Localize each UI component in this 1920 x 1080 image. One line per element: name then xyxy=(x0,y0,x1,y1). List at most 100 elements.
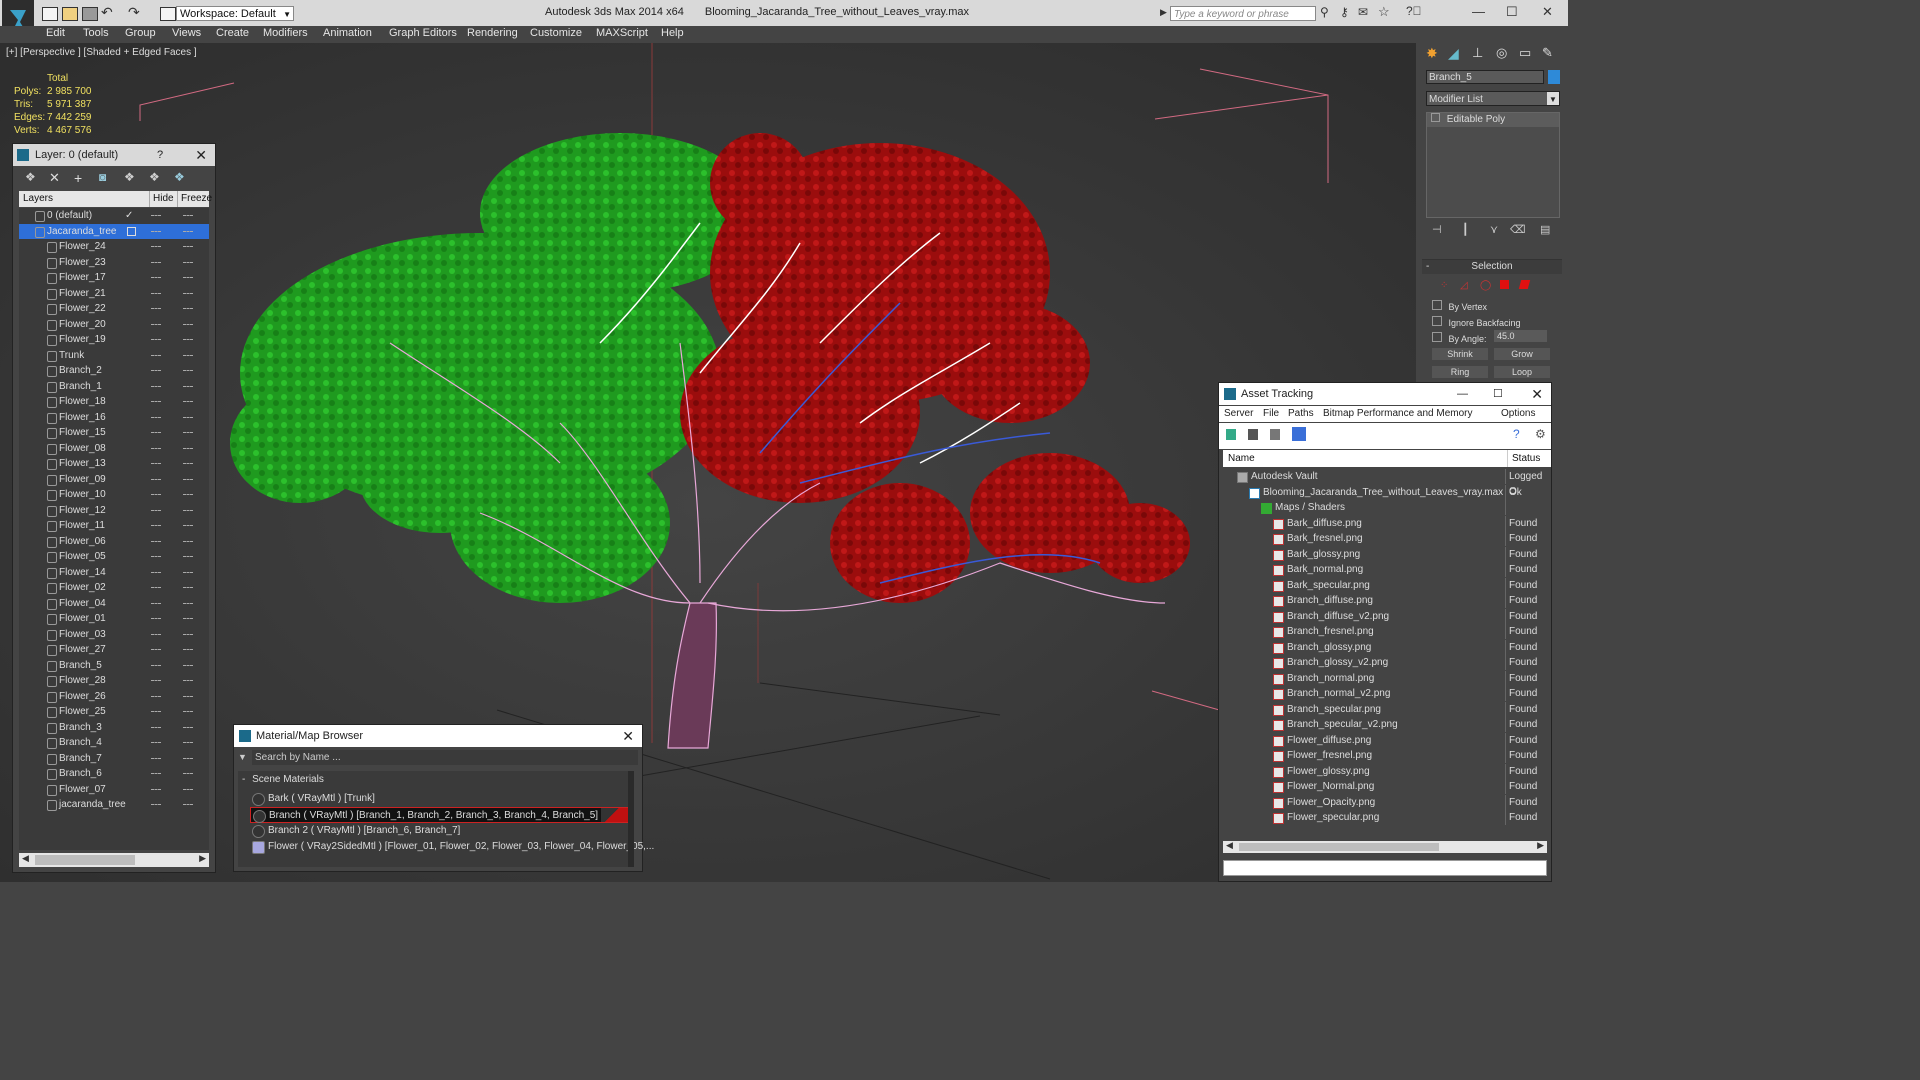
help-icon[interactable]: ? xyxy=(157,144,163,166)
freeze-toggle[interactable] xyxy=(183,494,193,495)
layer-row[interactable]: 0 (default) ✓ xyxy=(19,208,209,224)
edge-icon[interactable]: ◿ xyxy=(1460,280,1468,291)
favorites-star-icon[interactable]: ☆ xyxy=(1378,4,1390,20)
freeze-toggle[interactable] xyxy=(183,230,193,232)
border-icon[interactable]: ◯ xyxy=(1480,280,1491,291)
menu-graph-editors[interactable]: Graph Editors xyxy=(389,27,457,39)
menu-help[interactable]: Help xyxy=(661,27,684,39)
freeze-toggle[interactable] xyxy=(183,680,193,681)
asset-row[interactable]: Branch_glossy_v2.png Found xyxy=(1223,655,1551,671)
material-search-input[interactable]: Search by Name ... xyxy=(252,750,638,765)
hide-toggle[interactable] xyxy=(151,509,161,511)
hide-toggle[interactable] xyxy=(151,478,161,480)
hide-toggle[interactable] xyxy=(151,385,161,387)
workspace-dropdown[interactable]: Workspace: Default ▼ xyxy=(176,6,294,21)
hide-toggle[interactable] xyxy=(151,726,161,728)
layer-row[interactable]: Trunk xyxy=(19,348,209,364)
delete-layer-icon[interactable]: ✕ xyxy=(49,170,60,186)
layer-row[interactable]: Flower_10 xyxy=(19,487,209,503)
menu-maxscript[interactable]: MAXScript xyxy=(596,27,648,39)
freeze-toggle[interactable] xyxy=(183,246,193,247)
remove-modifier-icon[interactable]: ⌫ xyxy=(1510,223,1526,236)
freeze-all-icon[interactable]: ❖ xyxy=(174,170,185,184)
configure-sets-icon[interactable]: ▤ xyxy=(1540,223,1550,236)
material-item[interactable]: Flower ( VRay2SidedMtl ) [Flower_01, Flo… xyxy=(250,839,654,855)
layer-row[interactable]: Flower_26 xyxy=(19,689,209,705)
column-layers[interactable]: Layers xyxy=(23,191,53,207)
scene-materials-header[interactable]: - Scene Materials xyxy=(238,773,634,787)
object-name-field[interactable]: Branch_5 xyxy=(1426,70,1544,84)
freeze-toggle[interactable] xyxy=(183,757,193,759)
hide-toggle[interactable] xyxy=(151,230,161,232)
layer-row[interactable]: Flower_06 xyxy=(19,534,209,550)
save-icon[interactable] xyxy=(82,7,98,21)
search-expand-icon[interactable]: ▶ xyxy=(1160,7,1167,18)
hide-toggle[interactable] xyxy=(151,354,161,356)
layer-row[interactable]: Branch_1 xyxy=(19,379,209,395)
freeze-toggle[interactable] xyxy=(183,571,193,573)
layer-row[interactable]: jacaranda_tree xyxy=(19,797,209,813)
angle-spinner[interactable]: 45.0 xyxy=(1494,330,1547,342)
communication-icon[interactable]: ✉ xyxy=(1358,5,1368,19)
asset-scrollbar-h[interactable]: ◀ ▶ xyxy=(1223,840,1547,853)
minimize-icon[interactable]: — xyxy=(1472,4,1485,19)
layer-row[interactable]: Flower_24 xyxy=(19,239,209,255)
freeze-toggle[interactable] xyxy=(183,726,193,728)
freeze-toggle[interactable] xyxy=(183,695,193,697)
modifier-list-dropdown[interactable]: Modifier List ▼ xyxy=(1426,91,1560,106)
motion-tab-icon[interactable]: ◎ xyxy=(1496,45,1507,61)
menu-group[interactable]: Group xyxy=(125,27,156,39)
asset-row[interactable]: Branch_specular.png Found xyxy=(1223,701,1551,718)
layer-row[interactable]: Flower_02 xyxy=(19,580,209,596)
freeze-toggle[interactable] xyxy=(183,261,193,263)
thumbnail-view-icon[interactable] xyxy=(1270,429,1280,440)
options-icon[interactable]: ⚙ xyxy=(1535,427,1546,441)
freeze-toggle[interactable] xyxy=(183,664,193,666)
layer-row[interactable]: Flower_11 xyxy=(19,518,209,534)
hide-toggle[interactable] xyxy=(151,633,161,635)
menu-options[interactable]: Options xyxy=(1501,406,1535,422)
by-angle-option[interactable]: By Angle: xyxy=(1432,332,1487,344)
layer-row[interactable]: Flower_13 xyxy=(19,456,209,472)
scroll-left-icon[interactable]: ◀ xyxy=(22,853,29,864)
ignore-backfacing-checkbox[interactable] xyxy=(1432,316,1442,326)
freeze-toggle[interactable] xyxy=(183,277,193,278)
hide-toggle[interactable] xyxy=(151,370,161,371)
scroll-right-icon[interactable]: ▶ xyxy=(199,853,206,864)
utilities-tab-icon[interactable]: ✎ xyxy=(1542,45,1553,61)
freeze-toggle[interactable] xyxy=(183,711,193,712)
layer-row[interactable]: Flower_04 xyxy=(19,596,209,612)
menu-server[interactable]: Server xyxy=(1224,406,1253,422)
asset-path-field[interactable] xyxy=(1223,860,1547,876)
object-color-swatch[interactable] xyxy=(1548,70,1560,84)
layer-row[interactable]: Flower_19 xyxy=(19,332,209,348)
layer-row[interactable]: Flower_12 xyxy=(19,503,209,519)
stack-item[interactable]: Editable Poly xyxy=(1427,113,1559,127)
freeze-toggle[interactable] xyxy=(183,556,193,557)
new-file-icon[interactable] xyxy=(42,7,58,21)
stack-item-toggle-icon[interactable] xyxy=(1431,113,1440,122)
asset-row[interactable]: Bark_normal.png Found xyxy=(1223,562,1551,578)
hide-toggle[interactable] xyxy=(151,664,161,666)
hide-toggle[interactable] xyxy=(151,649,161,650)
loop-button[interactable]: Loop xyxy=(1494,366,1550,378)
create-tab-icon[interactable]: ✸ xyxy=(1426,45,1438,62)
freeze-toggle[interactable] xyxy=(183,370,193,371)
hide-toggle[interactable] xyxy=(151,757,161,759)
hide-toggle[interactable] xyxy=(151,540,161,542)
freeze-toggle[interactable] xyxy=(183,649,193,650)
hide-toggle[interactable] xyxy=(151,277,161,278)
layer-row[interactable]: Flower_21 xyxy=(19,286,209,302)
refresh-icon[interactable] xyxy=(1226,429,1236,440)
layer-row[interactable]: Flower_03 xyxy=(19,627,209,643)
layer-row[interactable]: Flower_28 xyxy=(19,673,209,689)
hide-toggle[interactable] xyxy=(151,695,161,697)
grow-button[interactable]: Grow xyxy=(1494,348,1550,360)
help-icon[interactable]: ? xyxy=(1513,427,1520,441)
ring-button[interactable]: Ring xyxy=(1432,366,1488,378)
asset-row[interactable]: Branch_diffuse_v2.png Found xyxy=(1223,608,1551,625)
current-layer-box-icon[interactable] xyxy=(127,226,136,236)
layer-row[interactable]: Flower_20 xyxy=(19,317,209,333)
pin-stack-icon[interactable]: ⊣ xyxy=(1432,223,1442,236)
hierarchy-tab-icon[interactable]: ⊥ xyxy=(1472,45,1483,61)
